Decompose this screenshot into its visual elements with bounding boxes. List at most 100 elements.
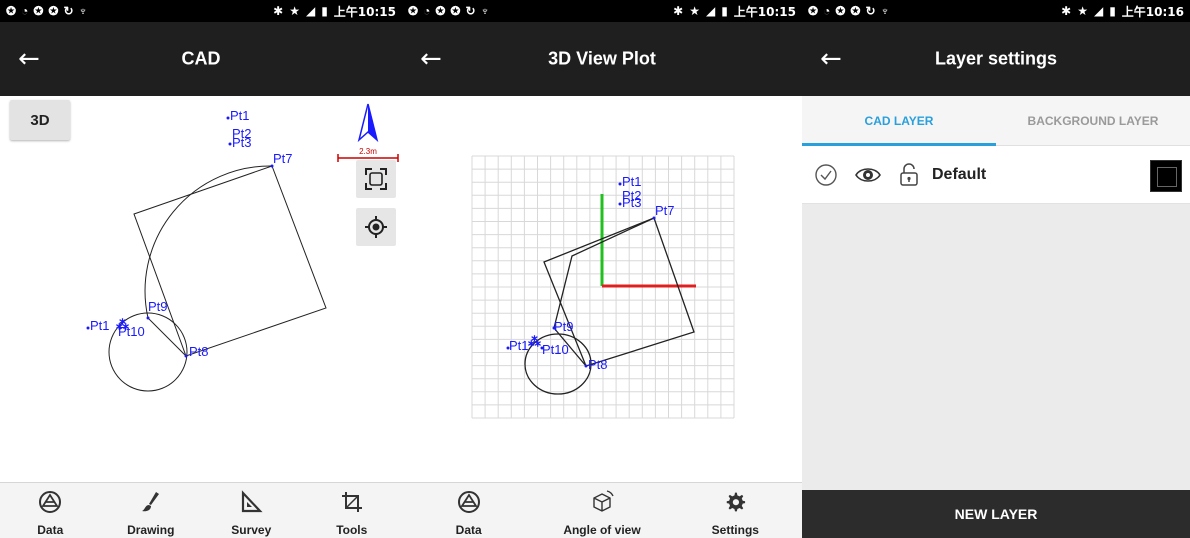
fit-extent-button[interactable] [356,160,396,198]
north-arrow-icon [357,103,379,143]
cad-drawing: Pt1 Pt2 Pt3 Pt7 Pt9 Pt10 ⁂ Pt8 Pt1 2.3m [86,103,399,392]
nav-label: Data [37,523,64,537]
battery-icon: ▮ [721,4,728,18]
3d-view-screen: ✪ ◔ ✪ ✪ ↻ ♆ ✱ ★ ◢ ▮ 上午10:15 ← 3D View Pl… [402,0,802,538]
scale-label: 2.3m [359,147,377,156]
app-bar: ← CAD [0,22,402,96]
notification-icons: ✪ ◔ ✪ ✪ ↻ ♆ [808,4,890,18]
nav-label: Data [455,523,482,537]
nav-label: Settings [711,523,759,537]
fit-screen-icon [365,168,387,190]
layer-row[interactable]: Default [802,146,1190,204]
page-title: Layer settings [934,48,1058,69]
status-bar: ✪ ◔ ✪ ✪ ↻ ♆ ✱ ★ ◢ ▮ 上午10:15 [402,0,802,22]
page-title: 3D View Plot [548,48,656,69]
layer-settings-screen: ✪ ◔ ✪ ✪ ↻ ♆ ✱ ★ ◢ ▮ 上午10:16 ← Layer sett… [802,0,1190,538]
segment-line [147,317,187,357]
brush-icon [141,492,159,512]
sync-icon: ✪ [6,4,17,18]
signal-icon: ◢ [305,4,316,18]
crosshair-icon [365,216,387,238]
bottom-nav: Data Drawing Survey Tools [0,482,402,538]
status-bar: ✪ ◔ ✪ ✪ ↻ ♆ ✱ ★ ◢ ▮ 上午10:15 [0,0,402,22]
check-circle-icon[interactable] [814,163,838,187]
tab-background-layer[interactable]: BACKGROUND LAYER [996,96,1190,145]
sync-icon: ✪ [435,4,446,18]
point-label: Pt8 [189,344,209,359]
polygon-outline [133,165,327,357]
point-label: Pt3 [622,195,642,210]
new-layer-button[interactable]: NEW LAYER [802,490,1190,538]
nav-survey[interactable]: Survey [201,483,302,538]
point-label: Pt1 [90,318,110,333]
star-icon: ★ [1077,4,1088,18]
sync-icon: ✪ [850,4,861,18]
crop-tools-icon [341,492,362,512]
data-icon [457,491,480,513]
layer-color-swatch[interactable] [1150,160,1182,192]
nav-data[interactable]: Data [0,483,101,538]
app-bar: ← Layer settings [802,22,1190,96]
point-cluster: ⁂ [116,317,129,332]
cad-screen: ✪ ◔ ✪ ✪ ↻ ♆ ✱ ★ ◢ ▮ 上午10:15 ← CAD Pt1 Pt… [0,0,402,538]
nav-drawing[interactable]: Drawing [101,483,202,538]
plug-icon: ♆ [78,4,88,18]
plug-icon: ♆ [880,4,890,18]
3d-canvas[interactable]: Pt1 Pt2 Pt3 Pt7 Pt9 ⁂ Pt10 Pt8 Pt1 [402,96,802,482]
tab-cad-layer[interactable]: CAD LAYER [802,96,996,146]
sync-icon: ✪ [408,4,419,18]
nav-angle-of-view[interactable]: Angle of view [535,483,668,538]
clock-text: 上午10:15 [733,4,796,19]
gear-icon [727,492,746,512]
clock-text: 上午10:15 [333,4,396,19]
point-label: Pt1 [622,174,642,189]
star-icon: ★ [289,4,300,18]
notification-icons: ✪ ◔ ✪ ✪ ↻ ♆ [408,4,490,18]
nav-label: Survey [231,523,272,537]
data-icon [39,491,62,513]
nav-tools[interactable]: Tools [302,483,403,538]
bluetooth-icon: ✱ [673,4,684,18]
point-label: Pt9 [148,299,168,314]
signal-icon: ◢ [705,4,716,18]
survey-point [146,316,150,320]
nav-data[interactable]: Data [402,483,535,538]
point-label: Pt1 [230,108,250,123]
nav-label: Angle of view [563,523,641,537]
survey-point [184,354,188,358]
star-icon: ★ [689,4,700,18]
nav-settings[interactable]: Settings [669,483,802,538]
refresh-icon: ↻ [865,4,876,18]
clock-text: 上午10:16 [1121,4,1184,19]
sync-icon: ✪ [835,4,846,18]
bluetooth-icon: ✱ [1061,4,1072,18]
unlock-icon[interactable] [898,162,920,187]
nav-label: Drawing [127,523,175,537]
battery-icon: ▮ [321,4,328,18]
layer-name: Default [932,165,987,183]
wifi-icon: ◔ [423,4,431,18]
eye-icon[interactable] [854,163,882,187]
wifi-icon: ◔ [21,4,29,18]
point-label: Pt7 [655,203,675,218]
notification-icons: ✪ ◔ ✪ ✪ ↻ ♆ [6,4,88,18]
status-bar: ✪ ◔ ✪ ✪ ↻ ♆ ✱ ★ ◢ ▮ 上午10:16 [802,0,1190,22]
sync-icon: ✪ [33,4,44,18]
sync-icon: ✪ [48,4,59,18]
point-cluster: ⁂ [528,334,541,349]
app-bar: ← 3D View Plot [402,22,802,96]
layer-tabs: CAD LAYER BACKGROUND LAYER [802,96,1190,146]
wifi-icon: ◔ [823,4,831,18]
3d-plot-drawing: Pt1 Pt2 Pt3 Pt7 Pt9 ⁂ Pt10 Pt8 Pt1 [471,155,735,419]
nav-label: Tools [336,523,368,537]
sync-icon: ✪ [808,4,819,18]
refresh-icon: ↻ [63,4,74,18]
sync-icon: ✪ [450,4,461,18]
cad-canvas[interactable]: Pt1 Pt2 Pt3 Pt7 Pt9 Pt10 ⁂ Pt8 Pt1 2.3m [0,96,402,482]
3d-view-button[interactable]: 3D [10,100,70,140]
layer-list-area [802,204,1190,490]
point-label: Pt1 [509,338,529,353]
set-square-icon [242,490,263,513]
point-label: Pt10 [542,342,569,357]
locate-button[interactable] [356,208,396,246]
